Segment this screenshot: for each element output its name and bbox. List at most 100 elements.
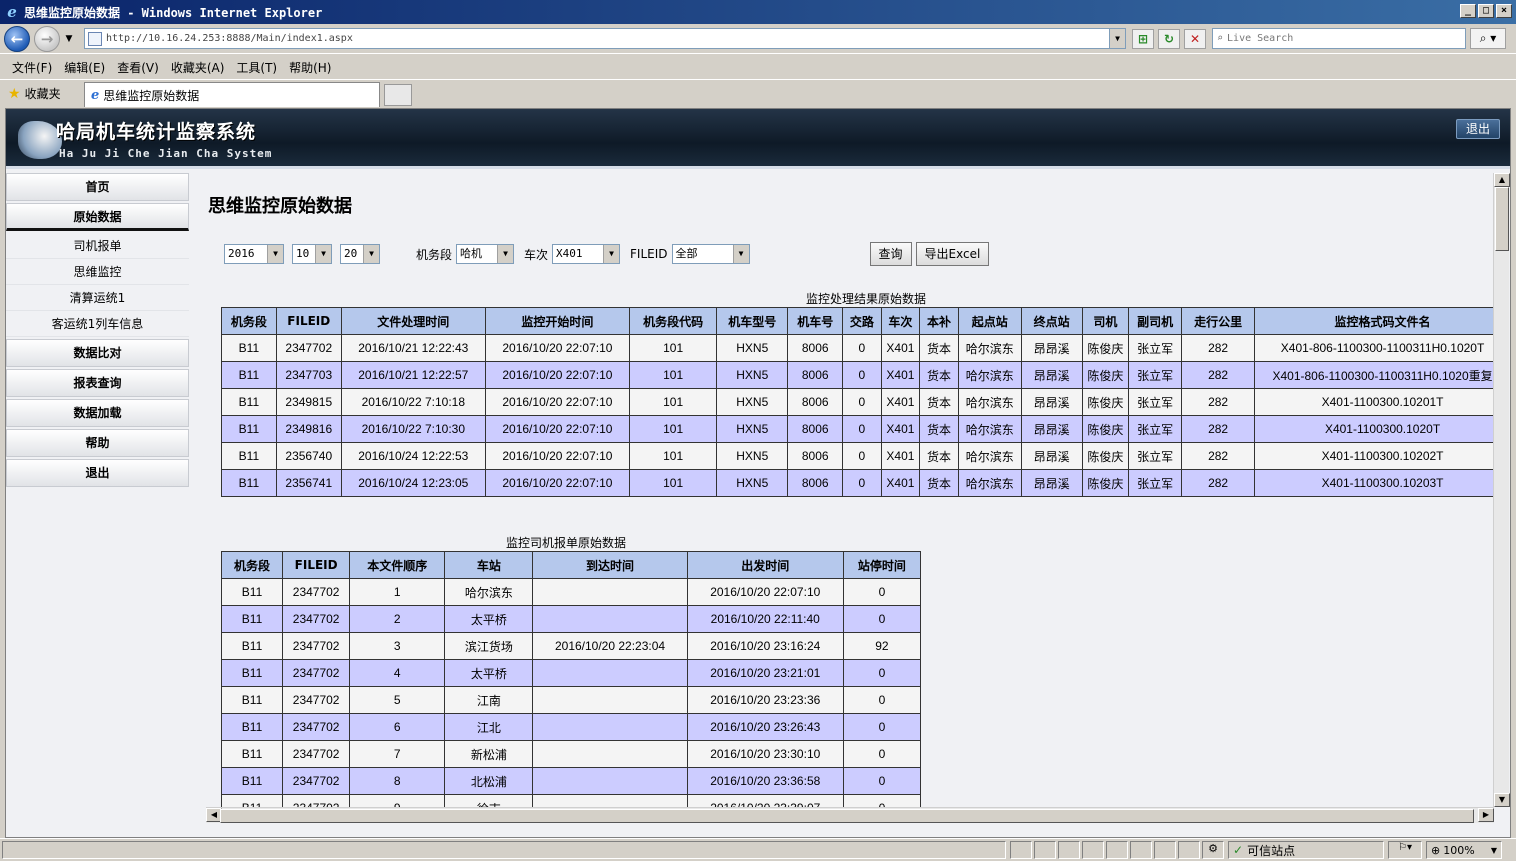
menu-favorites[interactable]: 收藏夹(A) <box>165 59 231 76</box>
column-header[interactable]: 本文件顺序 <box>349 551 446 579</box>
back-button[interactable]: ← <box>4 25 30 52</box>
menu-file[interactable]: 文件(F) <box>6 59 58 76</box>
sidebar-item-load[interactable]: 数据加载 <box>6 399 189 427</box>
address-bar[interactable]: http://10.16.24.253:8888/Main/index1.asp… <box>84 28 1126 49</box>
train-select[interactable]: X401 ▼ <box>552 244 621 264</box>
column-header[interactable]: 机务段代码 <box>628 307 718 335</box>
column-header[interactable]: 监控开始时间 <box>484 307 630 335</box>
column-header[interactable]: FILEID <box>282 551 351 579</box>
favorites-button[interactable]: ★ 收藏夹 <box>0 85 80 102</box>
month-select[interactable]: 10 ▼ <box>292 244 332 264</box>
refresh-icon[interactable]: ↻ <box>1158 29 1180 49</box>
table-cell: 101 <box>628 334 718 362</box>
status-cell <box>1034 841 1056 859</box>
year-select[interactable]: 2016 ▼ <box>224 244 284 264</box>
export-excel-button[interactable]: 导出Excel <box>915 242 990 266</box>
table-cell: X401-806-1100300-1100311H0.1020重复 <box>1254 361 1495 389</box>
security-icon[interactable]: ⚙ <box>1202 841 1224 859</box>
sidebar-item-reports[interactable]: 报表查询 <box>6 369 189 397</box>
column-header[interactable]: 出发时间 <box>686 551 844 579</box>
vertical-scrollbar[interactable]: ▲ ▼ <box>1493 173 1510 807</box>
column-header[interactable]: 终点站 <box>1020 307 1083 335</box>
menu-view[interactable]: 查看(V) <box>111 59 165 76</box>
table-row[interactable]: B11 2356741 2016/10/24 12:23:05 2016/10/20 … <box>221 469 1495 497</box>
sidebar-item-raw-data[interactable]: 原始数据 <box>6 203 189 231</box>
sidebar-sub-driver-report[interactable]: 司机报单 <box>6 233 189 259</box>
column-header[interactable]: 机车号 <box>787 307 844 335</box>
sidebar-sub-passenger[interactable]: 客运统1列车信息 <box>6 311 189 337</box>
sidebar-item-logout[interactable]: 退出 <box>6 459 189 487</box>
scroll-up-icon[interactable]: ▲ <box>1494 173 1510 187</box>
maximize-button[interactable]: □ <box>1478 4 1494 18</box>
column-header[interactable]: 走行公里 <box>1181 307 1256 335</box>
column-header[interactable]: 机务段 <box>221 307 277 335</box>
zoom-control[interactable]: ⊕ 100% ▼ <box>1426 841 1502 859</box>
table-cell: 货本 <box>919 469 959 497</box>
table-row[interactable]: B11 2349816 2016/10/22 7:10:30 2016/10/20 2… <box>221 415 1495 443</box>
table-row[interactable]: B11 2347702 7 新松浦 2016/10/20 23:30:10 0 <box>221 740 921 768</box>
table-row[interactable]: B11 2347702 2016/10/21 12:22:43 2016/10/20 … <box>221 334 1495 362</box>
search-input[interactable]: ⌕ Live Search <box>1212 28 1466 49</box>
header-exit-button[interactable]: 退出 <box>1456 119 1500 139</box>
column-header[interactable]: 文件处理时间 <box>340 307 486 335</box>
column-header[interactable]: FILEID <box>275 307 342 335</box>
column-header[interactable]: 到达时间 <box>532 551 688 579</box>
menu-tools[interactable]: 工具(T) <box>230 59 283 76</box>
table-row[interactable]: B11 2349815 2016/10/22 7:10:18 2016/10/20 2… <box>221 388 1495 416</box>
depot-select[interactable]: 哈机 ▼ <box>456 244 515 264</box>
table-row[interactable]: B11 2347702 3 滨江货场 2016/10/20 22:23:04 2016/1… <box>221 632 921 660</box>
minimize-button[interactable]: _ <box>1460 4 1476 18</box>
results-table: 机务段 FILEID 文件处理时间 监控开始时间 机务段代码 机车型号 机车号 交路 车次 本补起… <box>221 307 1495 497</box>
menu-edit[interactable]: 编辑(E) <box>58 59 111 76</box>
address-dropdown-icon[interactable]: ▼ <box>1109 29 1125 48</box>
table-row[interactable]: B11 2347702 2 太平桥 2016/10/20 22:11:40 0 <box>221 605 921 633</box>
column-header[interactable]: 交路 <box>842 307 882 335</box>
column-header[interactable]: 车站 <box>444 551 534 579</box>
fileid-select[interactable]: 全部 ▼ <box>671 244 750 264</box>
table-row[interactable]: B1123477029徐吉 2016/10/20 23:39:070 <box>221 794 921 807</box>
browser-tab[interactable]: e 思维监控原始数据 <box>84 82 380 107</box>
scroll-down-icon[interactable]: ▼ <box>1494 793 1510 807</box>
table-row[interactable]: B11 2347702 8 北松浦 2016/10/20 23:36:58 0 <box>221 767 921 795</box>
sidebar-item-help[interactable]: 帮助 <box>6 429 189 457</box>
depot-value: 哈机 <box>460 247 483 260</box>
table-row[interactable]: B11 2356740 2016/10/24 12:22:53 2016/10/20 … <box>221 442 1495 470</box>
horizontal-scrollbar[interactable]: ◀ ▶ <box>206 807 1494 823</box>
scroll-right-icon[interactable]: ▶ <box>1478 808 1494 822</box>
zone-indicator[interactable]: ✓ 可信站点 <box>1228 841 1384 859</box>
forward-button[interactable]: → <box>34 25 60 52</box>
close-window-button[interactable]: × <box>1496 4 1512 18</box>
query-button[interactable]: 查询 <box>869 242 912 266</box>
column-header[interactable]: 站停时间 <box>842 551 921 579</box>
menu-help[interactable]: 帮助(H) <box>283 59 337 76</box>
table-row[interactable]: B11 2347702 6 江北 2016/10/20 23:26:43 0 <box>221 713 921 741</box>
column-header[interactable]: 监控格式码文件名 <box>1254 307 1495 335</box>
protected-mode-icon[interactable]: ⚐▾ <box>1388 841 1422 859</box>
column-header[interactable]: 车次 <box>880 307 921 335</box>
column-header[interactable]: 起点站 <box>957 307 1022 335</box>
table-cell: X401 <box>880 415 921 443</box>
compatibility-icon[interactable]: ⊞ <box>1132 29 1154 49</box>
table-row[interactable]: B11 2347702 1 哈尔滨东 2016/10/20 22:07:10 0 <box>221 578 921 606</box>
vertical-scroll-thumb[interactable] <box>1495 187 1509 251</box>
column-header[interactable]: 机车型号 <box>716 307 789 335</box>
column-header[interactable]: 机务段 <box>221 551 284 579</box>
depot-label: 机务段 <box>416 247 453 262</box>
day-select[interactable]: 20 ▼ <box>340 244 380 264</box>
table-row[interactable]: B11 2347702 5 江南 2016/10/20 23:23:36 0 <box>221 686 921 714</box>
column-header[interactable]: 本补 <box>919 307 959 335</box>
column-header[interactable]: 副司机 <box>1128 307 1183 335</box>
table-cell: 2347702 <box>282 578 351 606</box>
sidebar-sub-monitor[interactable]: 思维监控 <box>6 259 189 285</box>
column-header[interactable]: 司机 <box>1081 307 1130 335</box>
search-go-button[interactable]: ⌕ ▾ <box>1470 28 1506 49</box>
horizontal-scroll-thumb[interactable] <box>220 809 1474 823</box>
table-row[interactable]: B11 2347702 4 太平桥 2016/10/20 23:21:01 0 <box>221 659 921 687</box>
history-dropdown-icon[interactable]: ▼ <box>62 34 76 44</box>
sidebar-item-compare[interactable]: 数据比对 <box>6 339 189 367</box>
table-row[interactable]: B11 2347703 2016/10/21 12:22:57 2016/10/20 … <box>221 361 1495 389</box>
new-tab-button[interactable] <box>384 84 412 106</box>
sidebar-sub-settlement[interactable]: 清算运统1 <box>6 285 189 311</box>
stop-icon[interactable]: ✕ <box>1184 29 1206 49</box>
sidebar-item-home[interactable]: 首页 <box>6 173 189 201</box>
